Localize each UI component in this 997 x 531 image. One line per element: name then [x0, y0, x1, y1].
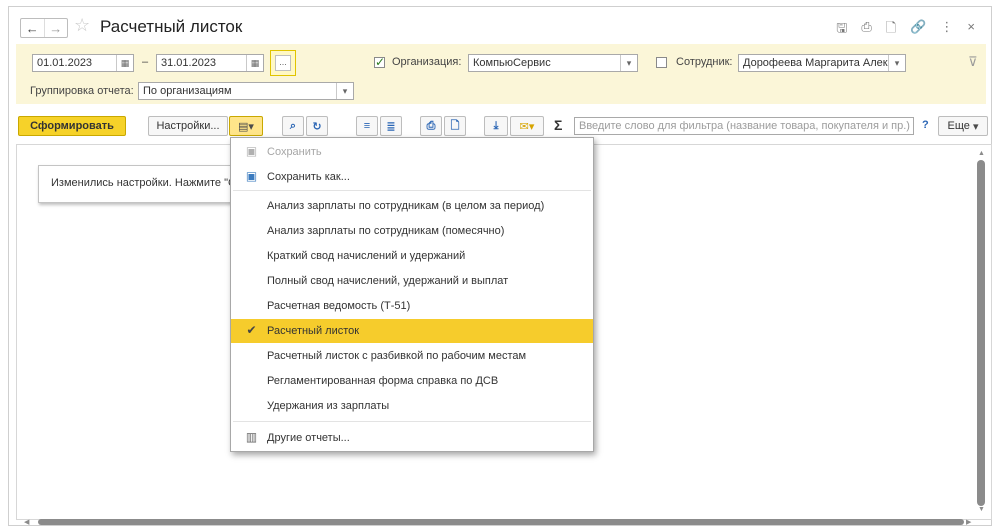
- menu-item-report[interactable]: Полный свод начислений, удержаний и выпл…: [231, 269, 593, 293]
- nav-buttons: ← →: [20, 18, 68, 38]
- employee-label: Сотрудник:: [676, 56, 733, 68]
- more-label: Еще: [947, 120, 970, 132]
- date-to-input[interactable]: 31.01.2023 ▦: [156, 54, 264, 72]
- menu-separator: [233, 190, 591, 191]
- save-file-button[interactable]: ⤓: [484, 116, 508, 136]
- settings-button[interactable]: Настройки...: [148, 116, 228, 136]
- period-select-button[interactable]: ...: [270, 50, 296, 76]
- date-from-value: 01.01.2023: [37, 57, 93, 69]
- send-email-button[interactable]: ✉▾: [510, 116, 544, 136]
- scroll-right-icon[interactable]: ▶: [966, 518, 971, 526]
- menu-item-payslip-selected[interactable]: ✔ Расчетный листок: [231, 319, 593, 343]
- organization-value: КомпьюСервис: [473, 57, 551, 69]
- collapse-icon: ≣: [386, 120, 396, 133]
- more-button[interactable]: Еще ▾: [938, 116, 988, 136]
- print-icon: ⎙: [426, 119, 436, 132]
- sum-icon[interactable]: Σ: [554, 117, 562, 133]
- grouping-value: По организациям: [143, 85, 232, 97]
- scroll-left-icon[interactable]: ◀: [24, 518, 29, 526]
- download-icon: ⤓: [493, 119, 499, 132]
- preview-button[interactable]: 🗋: [444, 116, 466, 136]
- menu-item-report[interactable]: Удержания из зарплаты: [231, 394, 593, 418]
- employee-value: Дорофеева Маргарита Алек: [743, 57, 888, 69]
- forward-arrow-icon[interactable]: →: [43, 19, 68, 37]
- date-from-input[interactable]: 01.01.2023 ▦: [32, 54, 134, 72]
- menu-item-report[interactable]: Анализ зарплаты по сотрудникам (в целом …: [231, 194, 593, 218]
- envelope-icon: ✉▾: [519, 120, 535, 133]
- settings-changed-notice: Изменились настройки. Нажмите "С: [38, 165, 240, 203]
- report-variants-button[interactable]: ▤▾: [229, 116, 263, 136]
- link-icon[interactable]: 🔗: [910, 19, 926, 41]
- scroll-down-icon[interactable]: ▼: [978, 506, 985, 513]
- menu-item-report[interactable]: Анализ зарплаты по сотрудникам (помесячн…: [231, 219, 593, 243]
- report-variant-icon: ▤▾: [238, 120, 254, 133]
- back-arrow-icon[interactable]: ←: [21, 19, 44, 37]
- organization-label: Организация:: [392, 56, 462, 68]
- preview-icon: 🗋: [450, 119, 460, 132]
- print-button[interactable]: ⎙: [420, 116, 442, 136]
- organization-checkbox[interactable]: [374, 55, 385, 69]
- menu-item-other-reports[interactable]: ▥ Другие отчеты...: [231, 426, 593, 450]
- generate-button[interactable]: Сформировать: [18, 116, 126, 136]
- save-as-icon: ▣: [245, 169, 258, 183]
- title-bar: ← → ☆ Расчетный листок 🖫 ⎙ 🗋 🔗 ⋮ ×: [12, 10, 987, 38]
- organization-select[interactable]: КомпьюСервис ▾: [468, 54, 638, 72]
- scroll-up-icon[interactable]: ▲: [978, 150, 985, 157]
- menu-item-save-as[interactable]: ▣ Сохранить как...: [231, 165, 593, 189]
- close-icon[interactable]: ×: [967, 19, 975, 41]
- horizontal-scrollbar[interactable]: [38, 519, 964, 525]
- page-title: Расчетный листок: [100, 17, 243, 36]
- save-icon: ▣: [245, 144, 258, 158]
- period-dots: ...: [275, 55, 291, 71]
- more-vertical-icon[interactable]: ⋮: [940, 19, 953, 41]
- reports-icon: ▥: [245, 430, 258, 444]
- calendar-icon[interactable]: ▦: [116, 55, 133, 71]
- expand-groups-button[interactable]: ≡: [356, 116, 378, 136]
- menu-item-report[interactable]: Регламентированная форма справка по ДСВ: [231, 369, 593, 393]
- expand-icon: ≡: [363, 120, 371, 132]
- date-separator: –: [142, 56, 149, 68]
- calendar-icon[interactable]: ▦: [246, 55, 263, 71]
- menu-item-report[interactable]: Расчетная ведомость (Т-51): [231, 294, 593, 318]
- collapse-groups-button[interactable]: ≣: [380, 116, 402, 136]
- menu-item-save[interactable]: ▣ Сохранить: [231, 140, 593, 164]
- chevron-down-icon[interactable]: ▾: [620, 55, 637, 71]
- employee-checkbox[interactable]: [656, 57, 667, 68]
- search-next-icon: ↻: [312, 120, 322, 133]
- save-icon[interactable]: 🖫: [836, 19, 847, 41]
- notice-text: Изменились настройки. Нажмите "С: [51, 177, 236, 189]
- checkmark-icon: ✔: [246, 323, 257, 337]
- grouping-label: Группировка отчета:: [30, 85, 134, 97]
- chevron-down-icon: ▾: [972, 120, 979, 133]
- chevron-down-icon[interactable]: ▾: [888, 55, 905, 71]
- favorite-star-icon[interactable]: ☆: [74, 15, 90, 36]
- menu-separator: [233, 421, 591, 422]
- employee-select[interactable]: Дорофеева Маргарита Алек ▾: [738, 54, 906, 72]
- menu-item-report[interactable]: Расчетный листок с разбивкой по рабочим …: [231, 344, 593, 368]
- grouping-select[interactable]: По организациям ▾: [138, 82, 354, 100]
- date-to-value: 31.01.2023: [161, 57, 217, 69]
- chevron-down-icon[interactable]: ▾: [336, 83, 353, 99]
- find-next-button[interactable]: ↻: [306, 116, 328, 136]
- preview-icon[interactable]: 🗋: [886, 19, 896, 41]
- search-icon: ⌕: [289, 119, 297, 132]
- filter-funnel-icon[interactable]: ⊽: [968, 54, 978, 70]
- find-button[interactable]: ⌕: [282, 116, 304, 136]
- title-toolbar: 🖫 ⎙ 🗋 🔗 ⋮ ×: [836, 19, 975, 41]
- table-filter-input[interactable]: Введите слово для фильтра (название това…: [574, 117, 914, 135]
- report-variants-menu: ▣ Сохранить ▣ Сохранить как... Анализ за…: [230, 137, 594, 452]
- vertical-scrollbar[interactable]: [977, 160, 985, 506]
- menu-item-report[interactable]: Краткий свод начислений и удержаний: [231, 244, 593, 268]
- print-icon[interactable]: ⎙: [861, 19, 871, 41]
- help-button[interactable]: ?: [922, 119, 929, 131]
